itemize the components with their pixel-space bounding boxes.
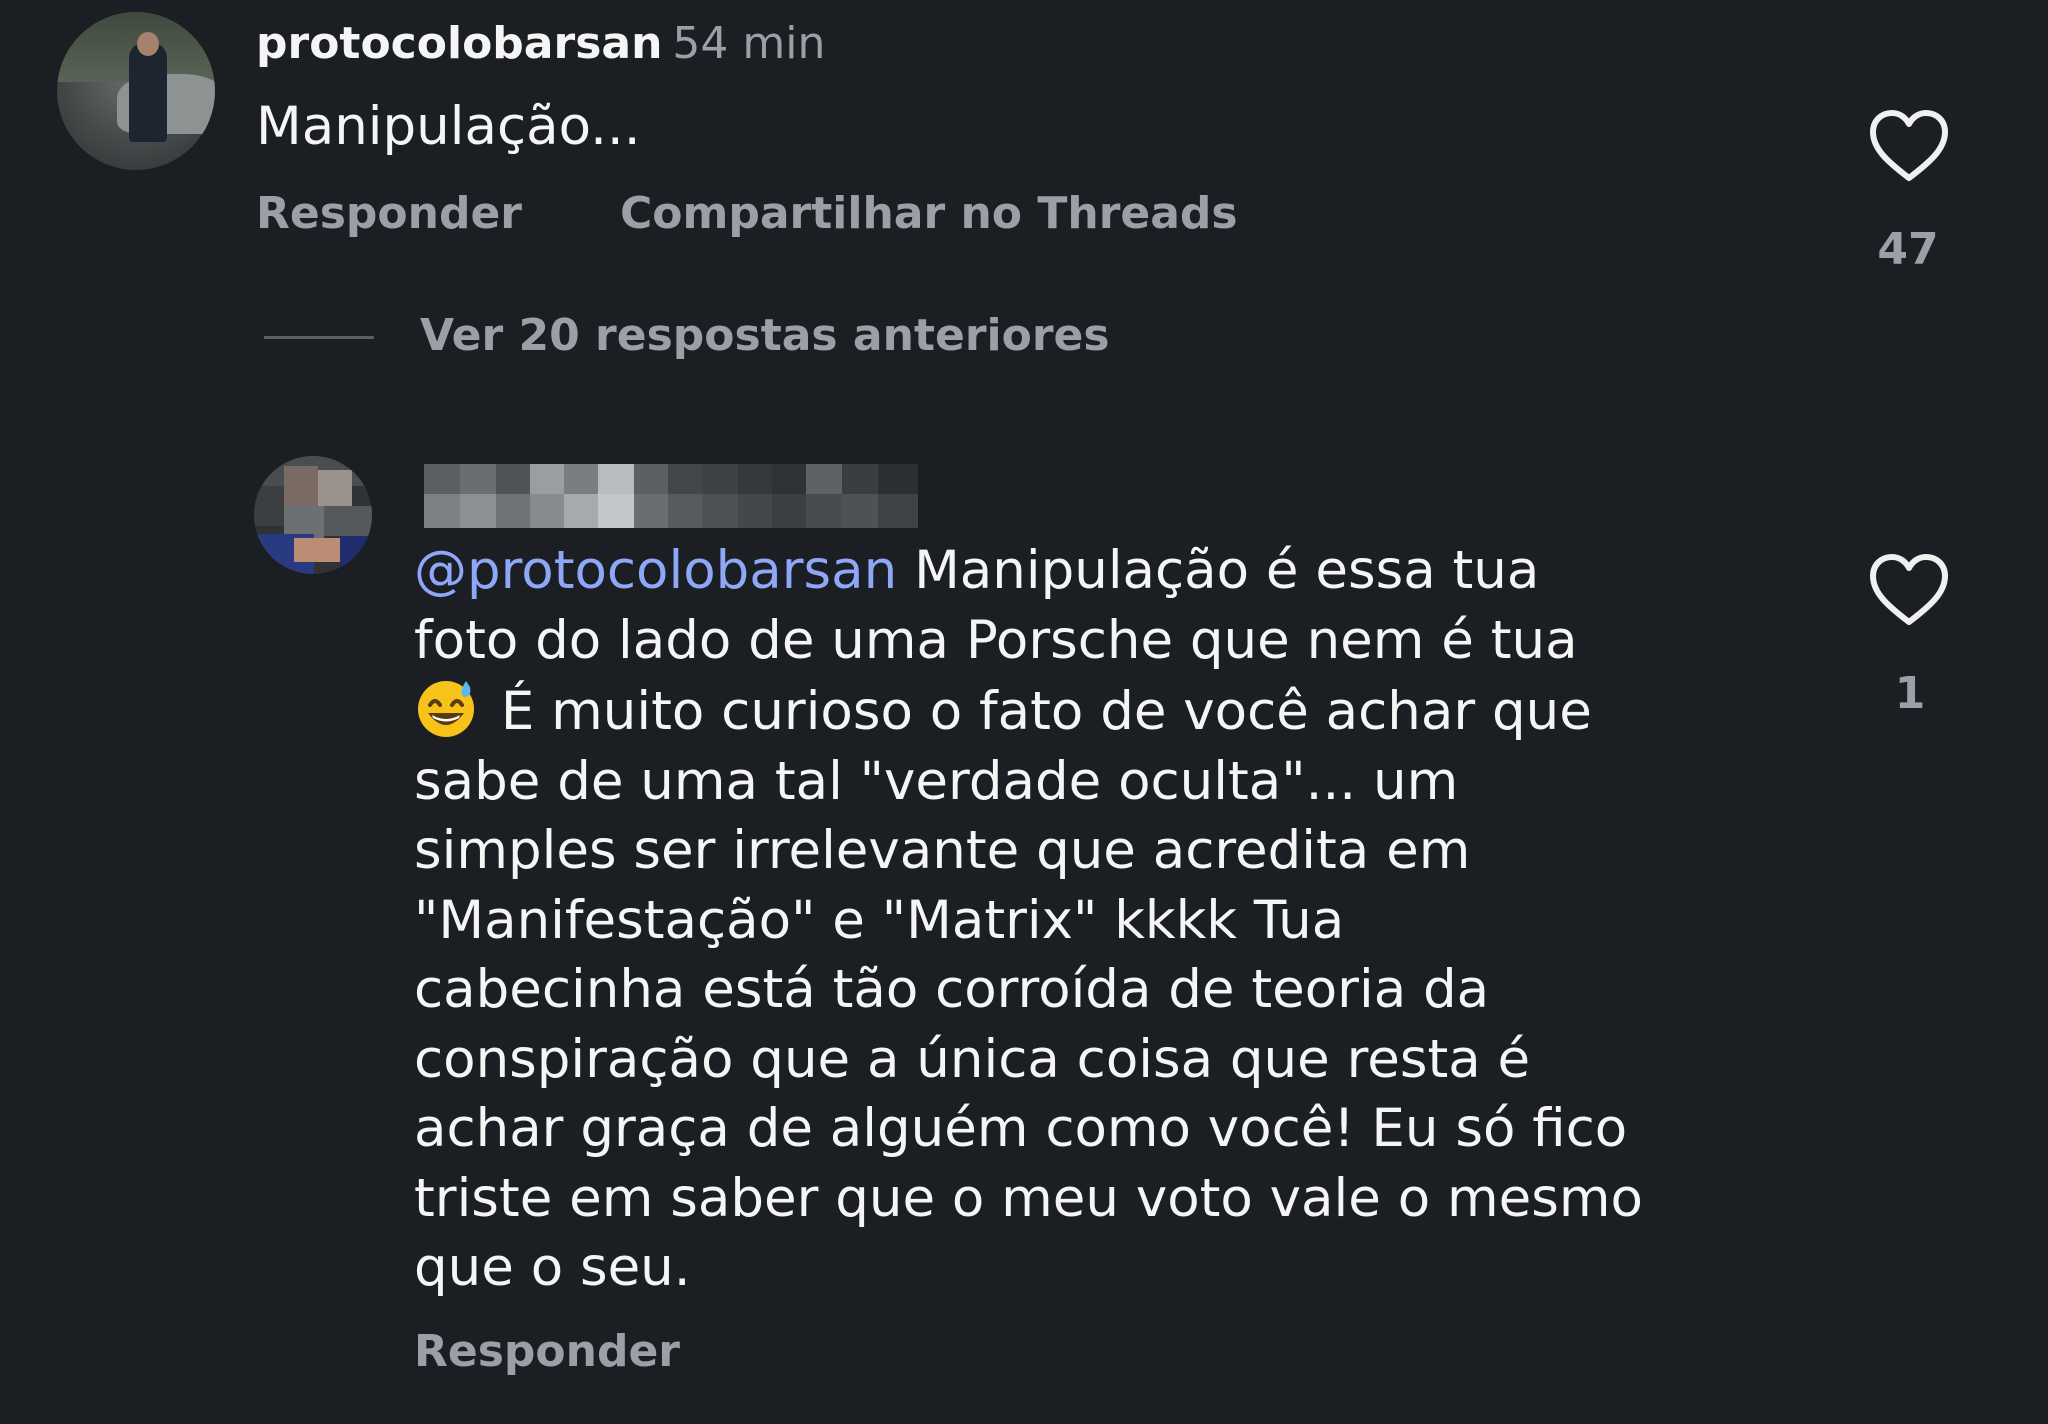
view-previous-replies-button[interactable]: Ver 20 respostas anteriores (420, 310, 1110, 361)
user-avatar[interactable] (57, 12, 215, 170)
reply-reply-button[interactable]: Responder (414, 1326, 680, 1377)
username-text[interactable]: protocolobarsan (256, 18, 662, 69)
reply-button[interactable]: Responder (256, 188, 522, 239)
mention-link[interactable]: @protocolobarsan (414, 540, 897, 601)
comment-timestamp: 54 min (672, 18, 826, 69)
like-count: 47 (1877, 224, 1939, 275)
share-threads-button[interactable]: Compartilhar no Threads (620, 188, 1238, 239)
sweat-smile-emoji-icon (418, 681, 474, 737)
heart-icon[interactable] (1868, 108, 1950, 184)
comment-username[interactable]: protocolobarsan 54 min (256, 18, 825, 69)
reply-user-avatar[interactable] (254, 456, 372, 574)
comments-screen: protocolobarsan 54 min Manipulação... Res… (0, 0, 2048, 1424)
reply-like-count: 1 (1894, 668, 1926, 719)
blurred-username[interactable] (424, 464, 918, 528)
reply-heart-icon[interactable] (1868, 552, 1950, 628)
reply-text: @protocolobarsan Manipulação é essa tua … (414, 540, 1643, 1298)
comment-text: Manipulação... (256, 96, 641, 157)
divider-line (264, 336, 374, 339)
